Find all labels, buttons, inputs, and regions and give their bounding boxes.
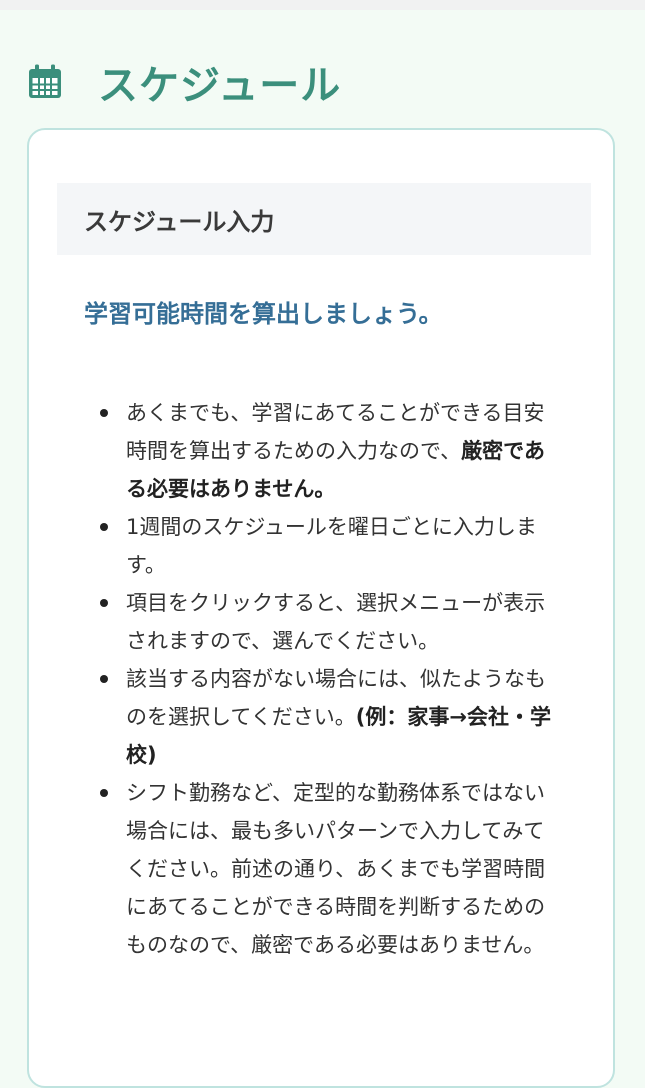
list-item: 項目をクリックすると、選択メニューが表示されますので、選んでください。 (81, 584, 561, 660)
notes-list: あくまでも、学習にあてることができる目安時間を算出するための入力なので、厳密であ… (81, 394, 561, 964)
note-text: 項目をクリックすると、選択メニューが表示されますので、選んでください。 (126, 591, 546, 653)
card-header-title: スケジュール入力 (84, 207, 275, 236)
list-item: 該当する内容がない場合には、似たようなものを選択してください。(例：家事→会社・… (81, 660, 561, 774)
top-strip (0, 0, 645, 10)
page-title: スケジュール (98, 63, 342, 109)
schedule-card: スケジュール入力 学習可能時間を算出しましょう。 あくまでも、学習にあてることが… (27, 128, 615, 1088)
calendar-icon (29, 64, 61, 98)
list-item: あくまでも、学習にあてることができる目安時間を算出するための入力なので、厳密であ… (81, 394, 561, 508)
note-text: シフト勤務など、定型的な勤務体系ではない場合には、最も多いパターンで入力してみて… (126, 781, 546, 957)
list-item: 1週間のスケジュールを曜日ごとに入力します。 (81, 508, 561, 584)
note-text: 1週間のスケジュールを曜日ごとに入力します。 (126, 515, 537, 577)
list-item: シフト勤務など、定型的な勤務体系ではない場合には、最も多いパターンで入力してみて… (81, 774, 561, 964)
lead-text: 学習可能時間を算出しましょう。 (84, 300, 443, 328)
card-header: スケジュール入力 (57, 183, 591, 255)
page-header: スケジュール (26, 52, 341, 112)
